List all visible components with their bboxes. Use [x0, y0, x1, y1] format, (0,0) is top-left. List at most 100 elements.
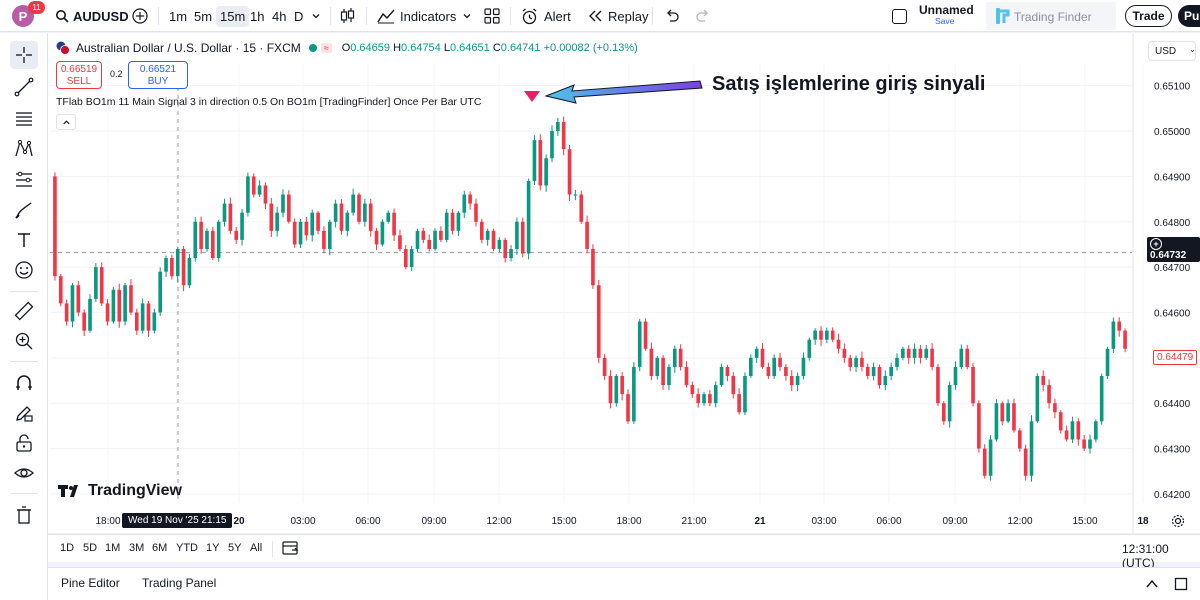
time-axis-label: 12:00 [1007, 516, 1032, 527]
candle-body [444, 212, 449, 240]
trend-line-tool[interactable] [12, 75, 36, 99]
range-6m[interactable]: 6M [152, 542, 167, 554]
time-axis-label: 03:00 [290, 516, 315, 527]
layout-checkbox[interactable] [892, 0, 907, 32]
sell-button[interactable]: 0.66519 SELL [56, 61, 102, 89]
chevron-up-icon[interactable] [1145, 578, 1159, 590]
rewind-icon [589, 10, 602, 22]
candle-body [439, 230, 443, 240]
timeframe-d[interactable]: D [294, 0, 303, 32]
replay-label: Replay [608, 8, 649, 24]
range-5y[interactable]: 5Y [228, 542, 241, 554]
candle-body [719, 366, 724, 386]
candle-body [591, 248, 595, 286]
currency-selector[interactable]: USD [1148, 41, 1196, 61]
bottom-panel: Pine Editor Trading Panel [48, 567, 1200, 600]
timeframe-label: 1m [169, 8, 188, 24]
pattern-tool[interactable] [12, 137, 36, 161]
layout-save-label: Save [935, 16, 955, 26]
candle-body [433, 230, 437, 249]
timeframe-dropdown[interactable] [311, 0, 321, 32]
candle-body [251, 176, 256, 195]
timeframe-5m[interactable]: 5m [194, 0, 212, 32]
candle-body [801, 357, 806, 376]
indicator-legend[interactable]: TFlab BO1m 11 Main Signal 3 in direction… [56, 96, 481, 108]
publish-button[interactable]: Pu [1178, 5, 1200, 27]
candle-body [579, 194, 584, 222]
tab-trading-panel[interactable]: Trading Panel [142, 576, 216, 590]
candle-body [830, 330, 835, 340]
timeframe-4h[interactable]: 4h [272, 0, 286, 32]
indicators-dropdown[interactable] [462, 0, 472, 32]
crosshair-icon [16, 47, 32, 63]
utc-clock[interactable]: 12:31:00 (UTC) [1122, 542, 1200, 570]
candle-body [637, 321, 642, 367]
candle-body [374, 230, 379, 245]
magnet-tool[interactable] [12, 371, 36, 395]
candle-body [269, 203, 274, 231]
date-range-icon[interactable] [282, 540, 300, 556]
candle-body [772, 357, 777, 376]
crosshair-tool[interactable] [10, 41, 38, 69]
range-3m[interactable]: 3M [129, 542, 144, 554]
range-all[interactable]: All [250, 542, 262, 554]
range-1m[interactable]: 1M [105, 542, 120, 554]
tab-pine-editor[interactable]: Pine Editor [61, 576, 120, 590]
range-5d[interactable]: 5D [83, 542, 97, 554]
settings-gear-icon[interactable] [1171, 514, 1185, 528]
candle-body [88, 298, 92, 331]
candle-body [158, 271, 162, 313]
remove-drawings-tool[interactable] [12, 503, 36, 527]
timeframe-15m[interactable]: 15m [216, 0, 250, 32]
candle-body [895, 357, 899, 367]
chart-pane[interactable]: 0.65100 0.65000 0.64900 0.64800 0.64700 0.646… [48, 33, 1200, 533]
candle-body [520, 221, 525, 254]
candle-body [608, 375, 613, 404]
candle-body [661, 357, 665, 386]
range-1d[interactable]: 1D [60, 542, 74, 554]
layout-name-button[interactable]: Unnamed Save [919, 4, 974, 27]
candle-body [550, 131, 554, 159]
price-chart[interactable]: 0.65100 0.65000 0.64900 0.64800 0.64700 0.646… [48, 33, 1200, 533]
indicators-icon [377, 9, 395, 24]
candle-body [152, 312, 157, 331]
ruler-tool[interactable] [12, 299, 36, 323]
compare-button[interactable] [132, 0, 148, 32]
templates-button[interactable] [484, 0, 500, 32]
zoom-tool[interactable] [12, 329, 36, 353]
hide-drawings-tool[interactable] [12, 461, 36, 485]
icons-tool[interactable] [12, 258, 36, 282]
range-ytd[interactable]: YTD [176, 542, 198, 554]
candle-body [287, 194, 291, 222]
buy-button[interactable]: 0.66521 BUY [128, 61, 188, 89]
maximize-icon[interactable] [1174, 577, 1188, 591]
timeframe-1m[interactable]: 1m [169, 0, 187, 32]
chevron-up-icon [62, 119, 70, 124]
candle-body [392, 212, 396, 236]
alert-label: Alert [544, 8, 571, 24]
brush-tool[interactable] [12, 198, 36, 222]
replay-button[interactable]: Replay [587, 0, 648, 32]
lock-drawings-tool[interactable] [12, 431, 36, 455]
candle-body [187, 258, 192, 286]
text-tool[interactable] [12, 228, 36, 252]
timeframe-1h[interactable]: 1h [250, 0, 264, 32]
prediction-tool[interactable] [12, 167, 36, 191]
symbol-search[interactable]: AUDUSD [55, 0, 129, 32]
fib-retracement-tool[interactable] [12, 107, 36, 131]
collapse-legend-button[interactable] [56, 114, 76, 130]
trade-button[interactable]: Trade [1125, 5, 1172, 27]
candle-body [491, 230, 496, 249]
candle-body [275, 212, 279, 231]
candle-body [281, 194, 285, 213]
stay-in-drawing-tool[interactable] [12, 401, 36, 425]
undo-button[interactable] [665, 0, 679, 32]
alert-button[interactable]: Alert [521, 0, 571, 32]
indicators-button[interactable]: Indicators [377, 0, 456, 32]
add-alert-icon[interactable]: + [1150, 238, 1162, 250]
candle-body [129, 285, 133, 313]
range-1y[interactable]: 1Y [206, 542, 219, 554]
candle-body [807, 339, 812, 358]
chart-type-button[interactable] [340, 0, 356, 32]
redo-button[interactable] [696, 0, 710, 32]
